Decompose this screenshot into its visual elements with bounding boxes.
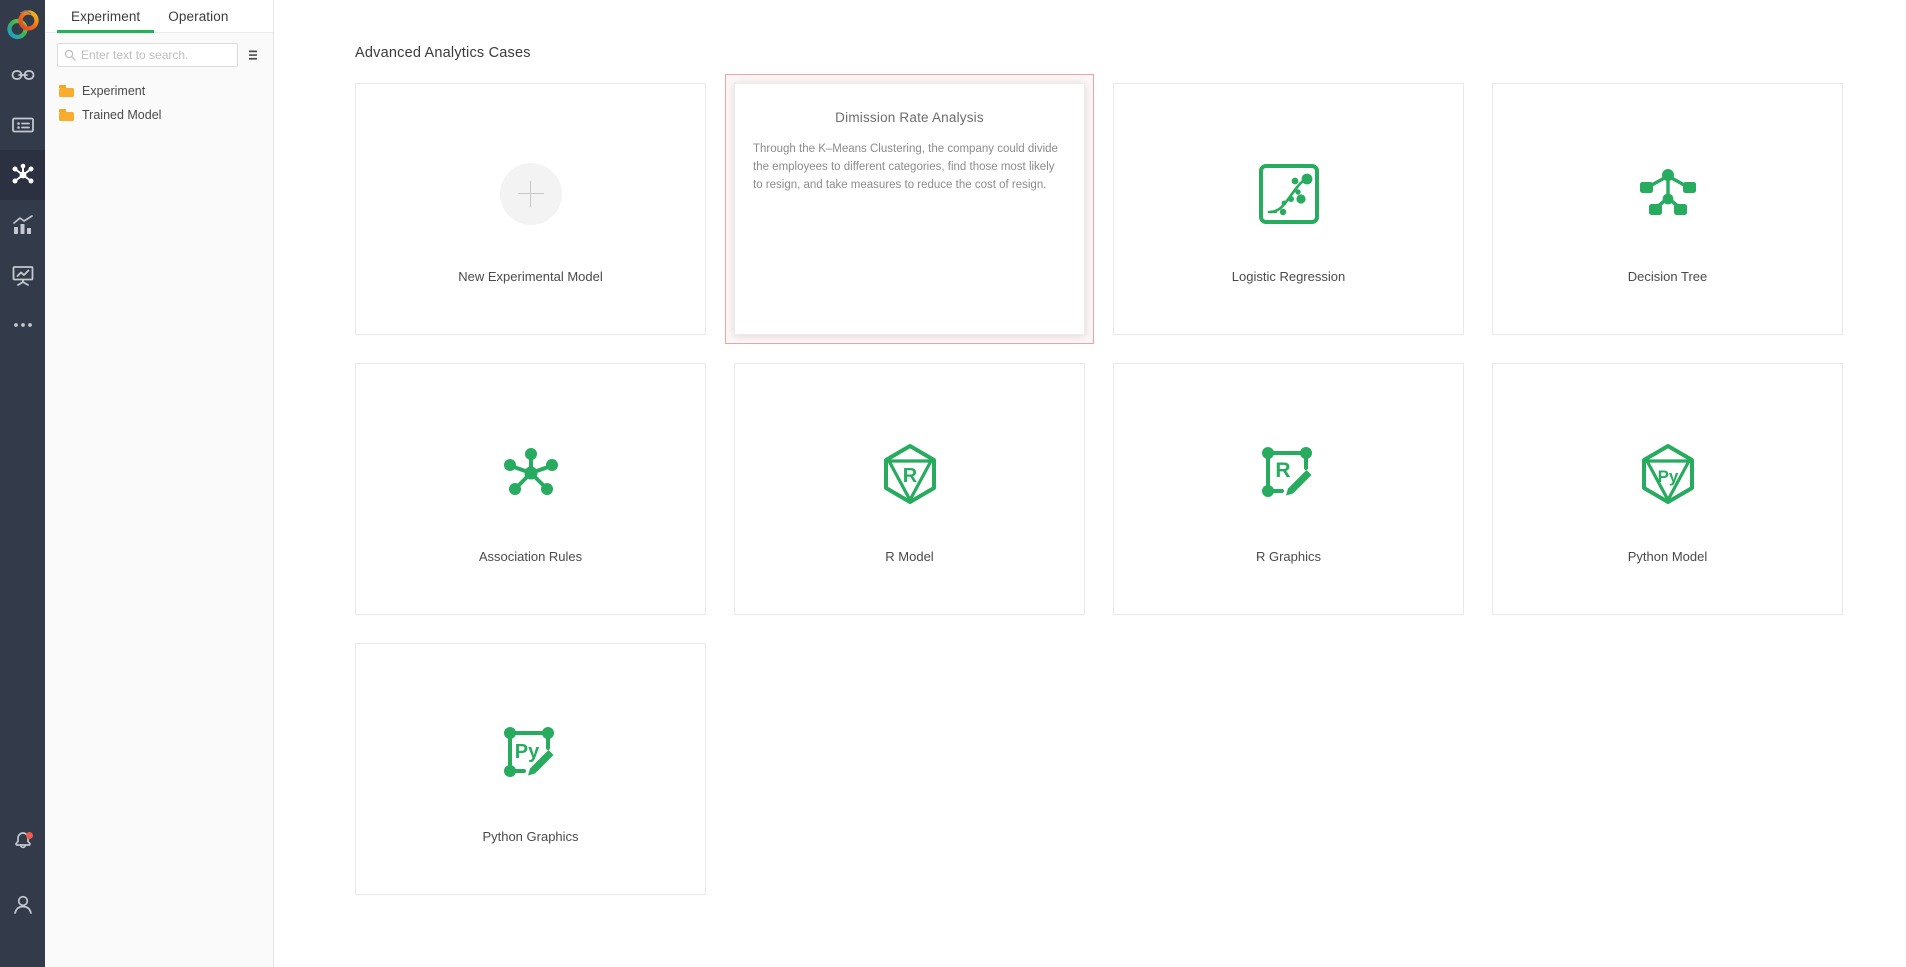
card-icon: R <box>878 415 942 533</box>
svg-text:R: R <box>1275 459 1290 482</box>
scatter-curve-icon <box>1257 162 1321 226</box>
card-label: Decision Tree <box>1628 269 1707 284</box>
filter-list-icon <box>247 49 259 61</box>
grid-cell: R R Graphics <box>1113 363 1492 643</box>
rail-item-bar-chart[interactable] <box>0 200 45 250</box>
main-content: Advanced Analytics Cases New Experimenta… <box>274 0 1906 967</box>
filter-list-button[interactable] <box>246 45 261 65</box>
tree-item-trained-model[interactable]: Trained Model <box>45 103 273 127</box>
card-label: Python Model <box>1628 549 1708 564</box>
folder-icon <box>59 109 74 121</box>
plus-circle-icon <box>500 163 562 225</box>
card-new-experimental-model[interactable]: New Experimental Model <box>355 83 706 335</box>
notification-badge-dot <box>26 832 33 839</box>
card-icon <box>1257 135 1321 253</box>
card-icon <box>500 135 562 253</box>
card-icon: Py <box>499 695 563 813</box>
more-ellipsis-icon <box>11 313 35 337</box>
svg-text:Py: Py <box>514 741 539 763</box>
search-icon <box>64 49 76 61</box>
card-decision-tree[interactable]: Decision Tree <box>1492 83 1843 335</box>
card-label: New Experimental Model <box>458 269 603 284</box>
search-box[interactable] <box>57 43 238 67</box>
grid-cell: New Experimental Model <box>355 83 734 363</box>
card-label: Association Rules <box>479 549 582 564</box>
card-label: R Model <box>885 549 933 564</box>
card-python-model[interactable]: Py Python Model <box>1492 363 1843 615</box>
grid-cell: Py Python Graphics <box>355 643 734 923</box>
cases-grid: New Experimental Model Dimission Rate An… <box>274 61 1906 923</box>
tab-experiment-label: Experiment <box>71 9 140 24</box>
rail-item-list-card[interactable] <box>0 100 45 150</box>
grid-cell: Decision Tree <box>1492 83 1871 363</box>
card-dimission-rate-analysis[interactable]: Dimission Rate Analysis Through the K–Me… <box>734 83 1085 335</box>
bar-chart-icon <box>11 213 35 237</box>
page-title: Advanced Analytics Cases <box>274 0 1906 61</box>
rail-item-more[interactable] <box>0 300 45 350</box>
svg-text:R: R <box>902 465 917 487</box>
card-icon: R <box>1257 415 1321 533</box>
tree-item-experiment-label: Experiment <box>82 84 145 98</box>
left-icon-rail <box>0 0 45 967</box>
user-icon <box>10 892 36 918</box>
folder-icon <box>59 85 74 97</box>
grid-cell: Association Rules <box>355 363 734 643</box>
decision-tree-icon <box>1636 162 1700 226</box>
rail-item-notifications[interactable] <box>0 809 45 873</box>
rail-item-user[interactable] <box>0 873 45 937</box>
card-icon <box>1636 135 1700 253</box>
card-description-body: Through the K–Means Clustering, the comp… <box>735 125 1084 194</box>
tab-operation-label: Operation <box>168 9 228 24</box>
card-r-graphics[interactable]: R R Graphics <box>1113 363 1464 615</box>
frame-py-pencil-icon: Py <box>499 722 563 786</box>
list-card-icon <box>11 113 35 137</box>
grid-cell: Py Python Model <box>1492 363 1871 643</box>
card-python-graphics[interactable]: Py Python Graphics <box>355 643 706 895</box>
panel-tree: Experiment Trained Model <box>45 75 273 127</box>
hexagon-r-icon: R <box>878 442 942 506</box>
tab-operation[interactable]: Operation <box>154 0 242 32</box>
presentation-chart-icon <box>11 263 35 287</box>
hub-network-icon <box>499 442 563 506</box>
rail-bottom-group <box>0 809 45 967</box>
card-logistic-regression[interactable]: Logistic Regression <box>1113 83 1464 335</box>
logo-rings-icon <box>6 9 40 41</box>
grid-cell: Logistic Regression <box>1113 83 1492 363</box>
grid-cell: R R Model <box>734 363 1113 643</box>
card-association-rules[interactable]: Association Rules <box>355 363 706 615</box>
card-r-model[interactable]: R R Model <box>734 363 1085 615</box>
grid-cell-selected: Dimission Rate Analysis Through the K–Me… <box>734 83 1113 363</box>
card-label: Logistic Regression <box>1232 269 1345 284</box>
rail-item-network-nodes[interactable] <box>0 150 45 200</box>
card-label: Python Graphics <box>482 829 578 844</box>
application-root: Experiment Operation <box>0 0 1906 967</box>
tab-experiment[interactable]: Experiment <box>57 0 154 32</box>
network-nodes-icon <box>10 162 36 188</box>
bell-icon <box>10 828 36 854</box>
side-panel: Experiment Operation <box>45 0 274 967</box>
tree-item-experiment[interactable]: Experiment <box>45 79 273 103</box>
link-icon <box>11 63 35 87</box>
svg-text:Py: Py <box>1657 467 1678 486</box>
panel-search-row <box>45 33 273 75</box>
app-logo[interactable] <box>0 0 45 50</box>
tree-item-trained-model-label: Trained Model <box>82 108 161 122</box>
search-input[interactable] <box>81 48 231 62</box>
hexagon-py-icon: Py <box>1636 442 1700 506</box>
rail-item-presentation-chart[interactable] <box>0 250 45 300</box>
card-description-title: Dimission Rate Analysis <box>735 84 1084 125</box>
rail-item-link[interactable] <box>0 50 45 100</box>
panel-tabs: Experiment Operation <box>45 0 273 33</box>
card-icon <box>499 415 563 533</box>
card-label: R Graphics <box>1256 549 1321 564</box>
card-icon: Py <box>1636 415 1700 533</box>
frame-r-pencil-icon: R <box>1257 442 1321 506</box>
